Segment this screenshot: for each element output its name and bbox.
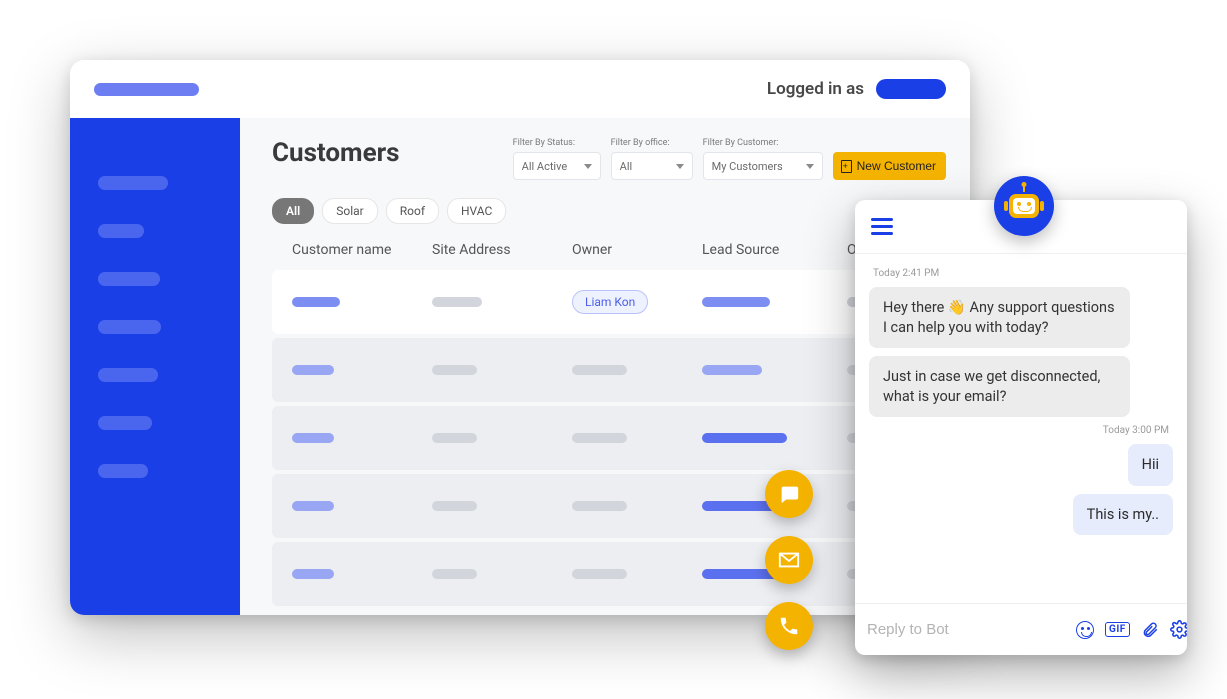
chevron-down-icon xyxy=(806,164,814,169)
phone-fab[interactable] xyxy=(765,602,813,650)
new-document-icon xyxy=(841,160,852,173)
envelope-icon xyxy=(778,549,800,571)
fab-stack xyxy=(765,470,813,650)
new-customer-button[interactable]: New Customer xyxy=(833,152,946,180)
filter-status-value: All Active xyxy=(522,160,568,173)
app-window: Logged in as Customers Filter By Status:… xyxy=(70,60,970,615)
chat-bubble-icon xyxy=(778,483,800,505)
chat-body: Today 2:41 PM Hey there 👋 Any support qu… xyxy=(855,254,1187,603)
chevron-down-icon xyxy=(584,164,592,169)
filter-office-value: All xyxy=(620,160,633,173)
tab-all[interactable]: All xyxy=(272,198,314,224)
topbar: Logged in as xyxy=(70,60,970,118)
sidebar-item[interactable] xyxy=(98,176,168,190)
chat-widget: Today 2:41 PM Hey there 👋 Any support qu… xyxy=(855,200,1187,655)
login-status: Logged in as xyxy=(767,79,946,99)
sidebar-item[interactable] xyxy=(98,464,148,478)
tab-roof[interactable]: Roof xyxy=(386,198,439,224)
filters-row: Filter By Status: All Active Filter By o… xyxy=(513,138,946,180)
chat-timestamp-user: Today 3:00 PM xyxy=(1103,425,1169,436)
filter-customer-select[interactable]: My Customers xyxy=(703,152,823,180)
sidebar-item[interactable] xyxy=(98,320,161,334)
logo xyxy=(94,83,199,96)
user-message: This is my.. xyxy=(1073,494,1173,536)
emoji-icon[interactable] xyxy=(1076,621,1094,639)
filter-status-select[interactable]: All Active xyxy=(513,152,601,180)
col-site-address: Site Address xyxy=(432,242,572,258)
user-message: Hii xyxy=(1128,444,1173,486)
chevron-down-icon xyxy=(676,164,684,169)
wave-icon: 👋 xyxy=(948,298,966,318)
owner-chip[interactable]: Liam Kon xyxy=(572,290,648,314)
sidebar-item[interactable] xyxy=(98,272,160,286)
page-title: Customers xyxy=(272,138,400,168)
settings-icon[interactable] xyxy=(1170,620,1187,639)
chat-input-bar: GIF xyxy=(855,603,1187,655)
new-customer-label: New Customer xyxy=(857,159,936,173)
bot-message: Hey there 👋 Any support questions I can … xyxy=(869,287,1130,348)
tab-solar[interactable]: Solar xyxy=(322,198,377,224)
user-pill[interactable] xyxy=(876,79,946,99)
filter-customer-label: Filter By Customer: xyxy=(703,138,823,148)
sidebar xyxy=(70,118,240,615)
robot-icon xyxy=(1009,194,1039,218)
bot-avatar[interactable] xyxy=(994,176,1054,236)
logged-in-label: Logged in as xyxy=(767,79,864,99)
filter-office-label: Filter By office: xyxy=(611,138,693,148)
chat-fab[interactable] xyxy=(765,470,813,518)
bot-message: Just in case we get disconnected, what i… xyxy=(869,356,1130,417)
sidebar-item[interactable] xyxy=(98,224,144,238)
hamburger-icon[interactable] xyxy=(871,218,893,235)
email-fab[interactable] xyxy=(765,536,813,584)
filter-status-label: Filter By Status: xyxy=(513,138,601,148)
phone-icon xyxy=(778,615,800,637)
filter-office-select[interactable]: All xyxy=(611,152,693,180)
chat-timestamp-bot: Today 2:41 PM xyxy=(873,268,939,279)
sidebar-item[interactable] xyxy=(98,416,152,430)
attachment-icon[interactable] xyxy=(1141,621,1159,639)
col-customer-name: Customer name xyxy=(292,242,432,258)
col-lead-source: Lead Source xyxy=(702,242,847,258)
tab-hvac[interactable]: HVAC xyxy=(447,198,506,224)
sidebar-item[interactable] xyxy=(98,368,158,382)
chat-reply-input[interactable] xyxy=(867,621,1066,638)
gif-icon[interactable]: GIF xyxy=(1105,622,1130,637)
col-owner: Owner xyxy=(572,242,702,258)
filter-customer-value: My Customers xyxy=(712,160,783,173)
